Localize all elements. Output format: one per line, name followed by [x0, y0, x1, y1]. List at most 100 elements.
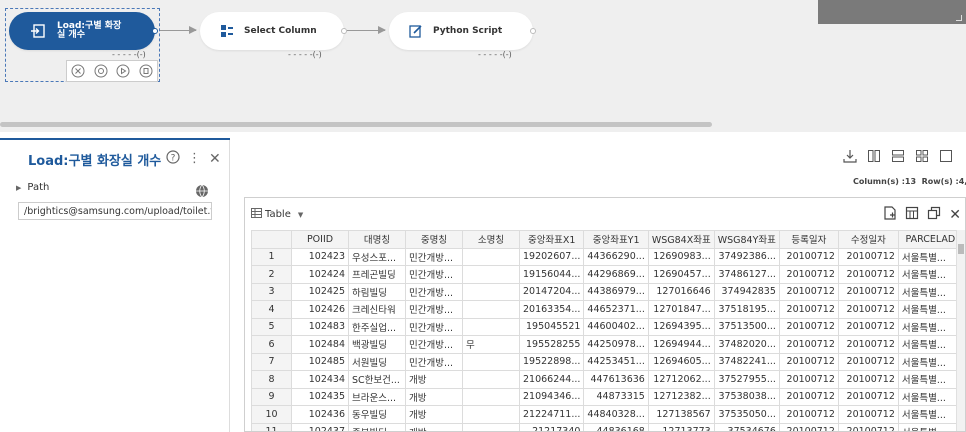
table-cell[interactable]: 102484: [291, 335, 349, 354]
table-cell[interactable]: 19522898...: [518, 352, 585, 371]
table-cell[interactable]: 20147204...: [518, 282, 585, 301]
table-cell[interactable]: 브라운스...: [348, 387, 406, 406]
table-cell[interactable]: [462, 405, 520, 424]
globe-icon[interactable]: [195, 184, 209, 201]
column-header[interactable]: 대명칭: [348, 230, 406, 249]
table-cell[interactable]: 102485: [291, 352, 349, 371]
split-horizontal-icon[interactable]: [891, 149, 905, 166]
table-cell[interactable]: 12713773: [647, 422, 715, 431]
table-cell[interactable]: 서울특별...: [897, 265, 963, 284]
table-cell[interactable]: 서울특별...: [897, 422, 963, 431]
table-cell[interactable]: 민간개방...: [405, 335, 463, 354]
table-row[interactable]: 10 102436 동우빌딩 개방 21224711... 44840328... 1271…: [251, 405, 963, 424]
column-header[interactable]: 수정일자: [837, 230, 899, 249]
column-header[interactable]: 중명칭: [405, 230, 463, 249]
table-cell[interactable]: 374942835: [713, 282, 780, 301]
table-cell[interactable]: [462, 300, 520, 319]
table-cell[interactable]: 102436: [291, 405, 349, 424]
table-cell[interactable]: 서원빌딩: [348, 352, 406, 371]
table-cell[interactable]: [462, 265, 520, 284]
table-cell[interactable]: 20100712: [778, 317, 839, 336]
table-cell[interactable]: 12712062...: [647, 370, 715, 389]
table-cell[interactable]: 우성스포...: [348, 247, 406, 266]
more-options-icon[interactable]: ⋮: [188, 151, 201, 166]
table-cell[interactable]: 102426: [291, 300, 349, 319]
table-cell[interactable]: 민간개방...: [405, 247, 463, 266]
table-cell[interactable]: 37486127...: [713, 265, 780, 284]
table-cell[interactable]: 19202607...: [518, 247, 585, 266]
table-settings-icon[interactable]: [905, 206, 919, 223]
table-cell[interactable]: 20100712: [778, 265, 839, 284]
table-cell[interactable]: [462, 370, 520, 389]
table-cell[interactable]: 102425: [291, 282, 349, 301]
table-cell[interactable]: 20100712: [837, 317, 899, 336]
output-port[interactable]: [530, 28, 536, 34]
path-input[interactable]: /brightics@samsung.com/upload/toilet.tx: [18, 202, 212, 220]
workflow-node-load[interactable]: Load:구별 화장실 개수: [9, 12, 158, 50]
table-row[interactable]: 4 102426 크레신타워 민간개방... 20163354... 44652371..…: [251, 300, 963, 319]
table-cell[interactable]: 20100712: [778, 387, 839, 406]
table-cell[interactable]: 민간개방...: [405, 352, 463, 371]
table-row[interactable]: 11102437중부빌딩개방 21217340448361681271377337…: [251, 422, 963, 431]
table-cell[interactable]: 20100712: [837, 282, 899, 301]
column-header[interactable]: 등록일자: [778, 230, 839, 249]
table-cell[interactable]: 37513500...: [713, 317, 780, 336]
close-icon[interactable]: ✕: [209, 151, 221, 167]
table-cell[interactable]: 21217340: [518, 422, 585, 431]
run-icon[interactable]: [116, 64, 130, 78]
table-cell[interactable]: 12712382...: [647, 387, 715, 406]
table-cell[interactable]: 447613636: [583, 370, 649, 389]
grid-layout-icon[interactable]: [915, 149, 929, 166]
table-cell[interactable]: 20100712: [837, 405, 899, 424]
view-selector[interactable]: Table ▼: [251, 208, 303, 221]
table-cell[interactable]: 44296869...: [583, 265, 649, 284]
table-cell[interactable]: 21224711...: [518, 405, 585, 424]
stop-icon[interactable]: [71, 64, 85, 78]
table-cell[interactable]: 12694395...: [647, 317, 715, 336]
table-cell[interactable]: 서울특별...: [897, 405, 963, 424]
add-chart-icon[interactable]: [883, 206, 897, 223]
table-cell[interactable]: [462, 422, 520, 431]
table-cell[interactable]: 195528255: [518, 335, 585, 354]
table-cell[interactable]: 12690983...: [647, 247, 715, 266]
popout-icon[interactable]: [927, 206, 941, 223]
table-cell[interactable]: 20163354...: [518, 300, 585, 319]
table-cell[interactable]: 12701847...: [647, 300, 715, 319]
table-cell[interactable]: 서울특별...: [897, 282, 963, 301]
table-cell[interactable]: 20100712: [778, 282, 839, 301]
column-header[interactable]: 중앙좌표X1: [518, 230, 585, 249]
column-header[interactable]: PARCELAD: [897, 230, 963, 249]
workflow-node-select-column[interactable]: Select Column: [200, 12, 347, 50]
table-cell[interactable]: 102434: [291, 370, 349, 389]
table-cell[interactable]: 서울특별...: [897, 247, 963, 266]
delete-icon[interactable]: [139, 64, 153, 78]
table-cell[interactable]: 20100712: [778, 422, 839, 431]
table-cell[interactable]: 37492386...: [713, 247, 780, 266]
table-cell[interactable]: 102483: [291, 317, 349, 336]
table-cell[interactable]: 백광빌딩: [348, 335, 406, 354]
table-cell[interactable]: 195045521: [518, 317, 585, 336]
column-header[interactable]: WSG84X좌표: [647, 230, 715, 249]
table-cell[interactable]: 20100712: [837, 335, 899, 354]
table-row[interactable]: 5 102483 한주실업... 민간개방... 195045521 44600402..…: [251, 317, 963, 336]
output-port[interactable]: [152, 28, 158, 34]
table-cell[interactable]: 127138567: [647, 405, 715, 424]
table-cell[interactable]: [462, 247, 520, 266]
table-cell[interactable]: 서울특별...: [897, 370, 963, 389]
workflow-canvas[interactable]: Load:구별 화장실 개수 - - - - -(-) Select Colum…: [0, 0, 966, 132]
table-cell[interactable]: 20100712: [837, 265, 899, 284]
table-cell[interactable]: 12690457...: [647, 265, 715, 284]
table-cell[interactable]: 중부빌딩: [348, 422, 406, 431]
table-cell[interactable]: [462, 317, 520, 336]
table-cell[interactable]: 20100712: [778, 370, 839, 389]
table-cell[interactable]: 민간개방...: [405, 265, 463, 284]
table-cell[interactable]: 민간개방...: [405, 300, 463, 319]
table-cell[interactable]: 개방: [405, 370, 463, 389]
table-cell[interactable]: 102437: [291, 422, 349, 431]
table-cell[interactable]: 12694944...: [647, 335, 715, 354]
table-row[interactable]: 1 102423 우성스포... 민간개방... 19202607... 44366290…: [251, 247, 963, 266]
table-cell[interactable]: [462, 282, 520, 301]
table-cell[interactable]: 한주실업...: [348, 317, 406, 336]
column-header[interactable]: WSG84Y좌표: [713, 230, 780, 249]
table-cell[interactable]: 20100712: [837, 300, 899, 319]
